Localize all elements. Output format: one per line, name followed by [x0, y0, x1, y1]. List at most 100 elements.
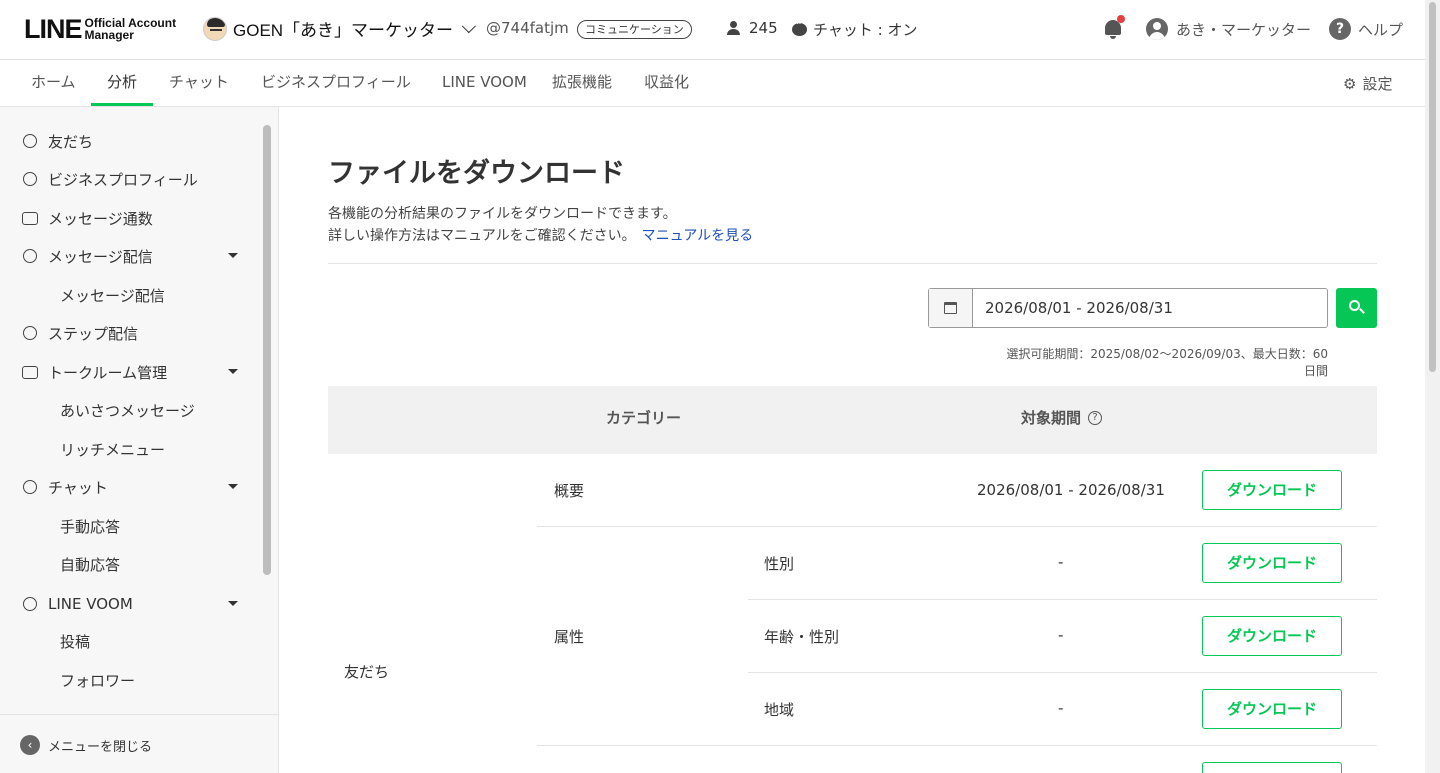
- search-button[interactable]: [1336, 288, 1377, 328]
- sidebar-subitem-manual-reply[interactable]: 手動応答: [60, 511, 120, 541]
- account-id: @744fatjm: [486, 19, 569, 37]
- chevron-left-icon: ‹: [20, 735, 40, 755]
- sidebar-item-message-count[interactable]: メッセージ通数: [20, 203, 242, 233]
- sidebar-item-message-delivery[interactable]: メッセージ配信: [20, 241, 242, 271]
- sidebar-item-label: LINE VOOM: [48, 595, 133, 613]
- people-icon: [726, 21, 744, 35]
- tab-line-voom[interactable]: LINE VOOM: [426, 60, 543, 106]
- table-row-period: -: [1058, 553, 1064, 571]
- question-circle-icon[interactable]: ?: [1088, 411, 1103, 425]
- profile-icon: [20, 169, 40, 189]
- tab-extensions[interactable]: 拡張機能: [536, 60, 628, 106]
- manual-hint: 詳しい操作方法はマニュアルをご確認ください。: [328, 228, 636, 244]
- row-divider: [537, 526, 1377, 527]
- logo-wordmark: LINE: [24, 14, 83, 44]
- table-row-category: 概要: [554, 482, 585, 500]
- logo-subtitle: Official Account Manager: [85, 17, 177, 41]
- account-name: GOEN「あき」マーケッター: [233, 21, 454, 40]
- account-switcher[interactable]: GOEN「あき」マーケッター: [203, 16, 476, 41]
- table-row-subcategory: 年齢・性別: [764, 628, 840, 646]
- page-scrollbar-thumb[interactable]: [1429, 2, 1436, 372]
- table-row-period: 2026/08/01 - 2026/08/31: [977, 481, 1165, 499]
- close-menu-label: メニューを閉じる: [48, 739, 153, 755]
- sidebar-item-line-voom[interactable]: LINE VOOM: [20, 589, 242, 619]
- help-link[interactable]: ? ヘルプ: [1329, 18, 1403, 40]
- add-friend-icon: [20, 131, 40, 151]
- step-icon: [20, 323, 40, 343]
- group-label-friends: 友だち: [344, 663, 390, 681]
- column-header-period: 対象期間 ?: [1021, 386, 1103, 450]
- sidebar-scrollbar[interactable]: [263, 125, 271, 575]
- column-header-category: カテゴリー: [606, 409, 682, 427]
- main-content: ファイルをダウンロード 各機能の分析結果のファイルをダウンロードできます。 詳し…: [280, 107, 1425, 773]
- tab-analytics[interactable]: 分析: [91, 60, 154, 106]
- download-button-partial[interactable]: [1202, 762, 1342, 773]
- chat-status-label: チャット : オン: [813, 21, 918, 39]
- sidebar-subitem-message-delivery[interactable]: メッセージ配信: [60, 280, 165, 310]
- notification-bell-icon[interactable]: [1103, 15, 1125, 41]
- download-button[interactable]: ダウンロード: [1202, 689, 1342, 729]
- notification-dot: [1117, 15, 1125, 23]
- help-label: ヘルプ: [1358, 20, 1404, 39]
- sidebar-item-label: 友だち: [48, 132, 94, 151]
- page-description: 各機能の分析結果のファイルをダウンロードできます。: [328, 206, 677, 222]
- close-menu-button[interactable]: ‹ メニューを閉じる: [20, 735, 152, 755]
- sidebar-subitem-posts[interactable]: 投稿: [60, 626, 90, 656]
- divider: [328, 263, 1377, 264]
- download-button[interactable]: ダウンロード: [1202, 616, 1342, 656]
- voom-icon: [20, 594, 40, 614]
- tab-home[interactable]: ホーム: [15, 60, 92, 106]
- chat-icon: [20, 477, 40, 497]
- chat-status[interactable]: チャット : オン: [792, 19, 917, 40]
- sidebar-item-talkroom[interactable]: トークルーム管理: [20, 357, 242, 387]
- table-row-category: 属性: [554, 628, 585, 646]
- logo-subtitle-line2: Manager: [84, 28, 134, 42]
- sidebar-item-chat[interactable]: チャット: [20, 472, 242, 502]
- settings-link[interactable]: ⚙ 設定: [1343, 73, 1392, 94]
- page-scrollbar[interactable]: [1425, 0, 1440, 773]
- table-row-subcategory: 地域: [764, 701, 795, 719]
- page-description-2: 詳しい操作方法はマニュアルをご確認ください。 マニュアルを見る: [328, 225, 753, 245]
- line-oam-logo[interactable]: LINE Official Account Manager: [24, 14, 176, 44]
- calendar-icon[interactable]: [929, 289, 973, 327]
- sidebar-subitem-auto-reply[interactable]: 自動応答: [60, 549, 120, 579]
- caret-down-icon: [228, 601, 238, 606]
- sidebar-menu: 友だち ビジネスプロフィール メッセージ通数 メッセージ配信 メッセージ配信 ス…: [0, 107, 260, 714]
- tab-business-profile[interactable]: ビジネスプロフィール: [245, 60, 427, 106]
- caret-down-icon: [228, 253, 238, 258]
- tab-chat[interactable]: チャット: [153, 60, 245, 106]
- table-header: カテゴリー 対象期間 ?: [328, 386, 1377, 454]
- sidebar-item-label: メッセージ配信: [48, 247, 153, 266]
- settings-label: 設定: [1362, 75, 1393, 93]
- broadcast-icon: [20, 246, 40, 266]
- sidebar-item-friends[interactable]: 友だち: [20, 126, 242, 156]
- column-header-period-label: 対象期間: [1021, 409, 1082, 427]
- selectable-range-note: 選択可能期間：2025/08/02〜2026/09/03、最大日数：60日間: [1006, 347, 1328, 378]
- tab-monetization[interactable]: 収益化: [628, 60, 705, 106]
- page-title: ファイルをダウンロード: [328, 158, 625, 189]
- sidebar-footer: ‹ メニューを閉じる: [0, 714, 278, 773]
- user-menu[interactable]: あき・マーケッター: [1146, 18, 1311, 40]
- date-range-picker[interactable]: [928, 288, 1328, 328]
- row-divider: [537, 745, 1377, 746]
- sidebar-item-label: ステップ配信: [48, 324, 139, 343]
- top-header: LINE Official Account Manager GOEN「あき」マー…: [0, 0, 1425, 60]
- download-button[interactable]: ダウンロード: [1202, 543, 1342, 583]
- chevron-down-icon: [461, 18, 476, 33]
- date-range-input[interactable]: [973, 289, 1327, 327]
- table-row-subcategory: 性別: [764, 555, 795, 573]
- sidebar-item-step-delivery[interactable]: ステップ配信: [20, 318, 242, 348]
- gear-icon: ⚙: [1343, 74, 1357, 93]
- bell-clapper: [1110, 36, 1116, 39]
- sidebar-subitem-followers[interactable]: フォロワー: [60, 665, 135, 695]
- sidebar-item-label: トークルーム管理: [48, 363, 168, 382]
- sidebar-item-business-profile[interactable]: ビジネスプロフィール: [20, 164, 242, 194]
- account-avatar: [203, 16, 227, 41]
- main-nav: ホーム 分析 チャット ビジネスプロフィール LINE VOOM 拡張機能 収益…: [0, 60, 1425, 107]
- sidebar-subitem-rich-menu[interactable]: リッチメニュー: [60, 434, 165, 464]
- manual-link[interactable]: マニュアルを見る: [642, 228, 754, 244]
- download-button[interactable]: ダウンロード: [1202, 470, 1342, 510]
- sidebar-item-label: ビジネスプロフィール: [48, 170, 198, 189]
- sidebar-subitem-greeting[interactable]: あいさつメッセージ: [60, 395, 195, 425]
- talkroom-icon: [20, 362, 40, 382]
